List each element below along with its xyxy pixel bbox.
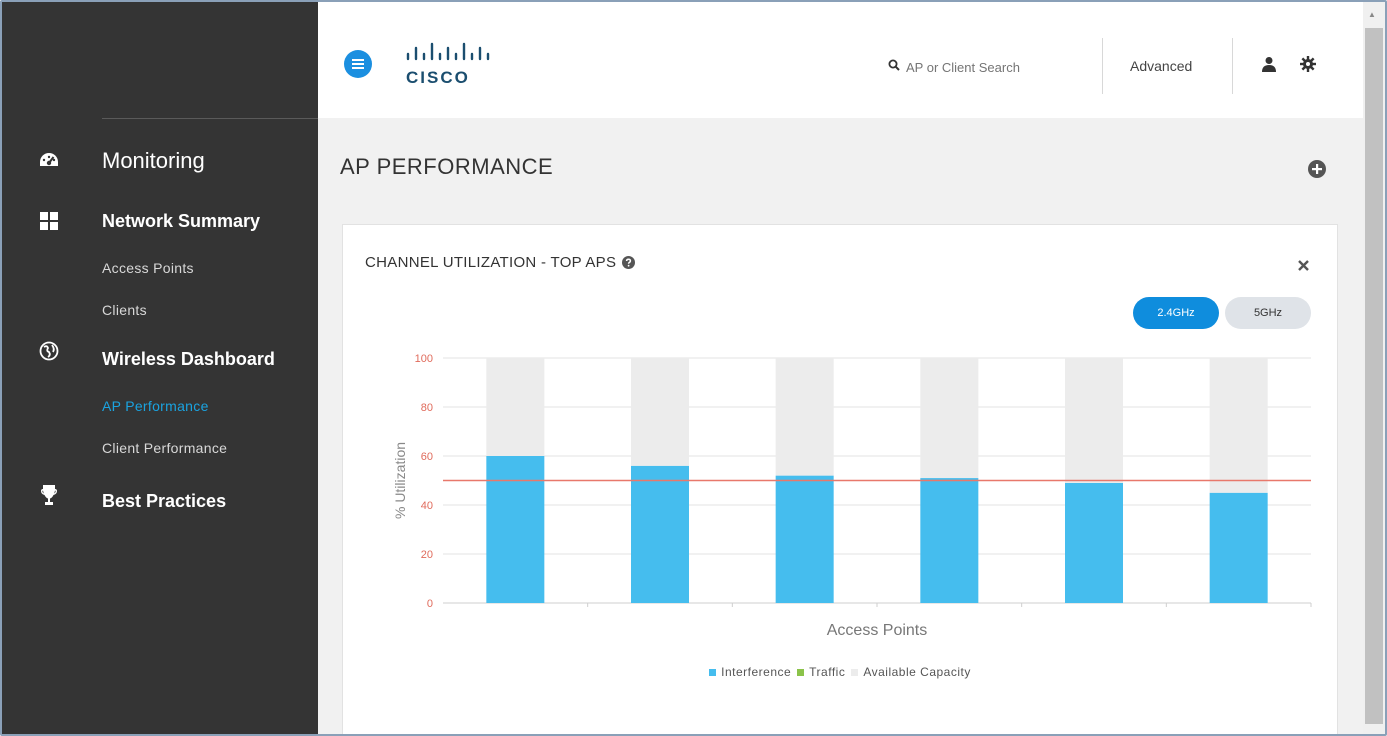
y-tick-label: 0 — [427, 598, 433, 610]
grid-icon — [38, 210, 60, 232]
app-window: Monitoring Network Summary Access Points… — [0, 0, 1387, 736]
globe-icon — [38, 340, 60, 362]
cisco-wordmark: CISCO — [406, 68, 470, 87]
band-2-4ghz-toggle[interactable]: 2.4GHz — [1133, 297, 1219, 329]
sidebar-item-label: AP Performance — [102, 398, 209, 414]
bar-interference — [775, 475, 834, 603]
legend-label: Interference — [721, 665, 792, 679]
search-input[interactable] — [900, 59, 1056, 75]
sidebar-item-label: Network Summary — [102, 210, 261, 231]
close-icon[interactable] — [1298, 258, 1309, 276]
y-tick-label: 80 — [421, 402, 433, 414]
trophy-icon — [38, 484, 60, 506]
scrollbar-thumb[interactable] — [1365, 28, 1383, 724]
main-content: AP PERFORMANCE CHANNEL UTILIZATION - TOP… — [318, 118, 1363, 734]
cisco-logo — [404, 42, 492, 69]
bar-interference — [486, 456, 545, 603]
sidebar-item-label: Clients — [102, 302, 147, 318]
header-divider — [1102, 38, 1103, 94]
sidebar-item-label: Best Practices — [102, 490, 227, 511]
legend-item[interactable]: Interference — [709, 665, 791, 679]
search-box[interactable] — [888, 58, 1068, 76]
scroll-up-arrow-icon[interactable]: ▲ — [1368, 10, 1376, 19]
sidebar-item-label: Wireless Dashboard — [102, 348, 275, 369]
legend-item[interactable]: Available Capacity — [851, 665, 971, 679]
y-tick-label: 40 — [421, 500, 433, 512]
bar-available-capacity — [1209, 358, 1268, 493]
sidebar-item-label: Monitoring — [102, 148, 205, 173]
x-axis-title: Access Points — [827, 622, 927, 639]
y-tick-label: 20 — [421, 549, 433, 561]
sidebar: Monitoring Network Summary Access Points… — [2, 2, 318, 734]
sidebar-item-ap-performance[interactable]: AP Performance — [2, 396, 318, 416]
header-divider — [1232, 38, 1233, 94]
bar-available-capacity — [775, 358, 834, 476]
card-title-text: CHANNEL UTILIZATION - TOP APS — [365, 254, 617, 271]
sidebar-item-access-points[interactable]: Access Points — [2, 258, 318, 278]
y-axis-title: % Utilization — [392, 442, 408, 519]
channel-utilization-chart: 0 20 40 60 80 100 Access Points % Utilization — [392, 353, 1312, 639]
band-5ghz-toggle[interactable]: 5GHz — [1225, 297, 1311, 329]
sidebar-item-wireless-dashboard[interactable]: Wireless Dashboard — [2, 341, 318, 372]
hamburger-menu-button[interactable] — [344, 50, 372, 78]
bar-available-capacity — [1065, 358, 1123, 483]
user-icon[interactable] — [1262, 56, 1276, 77]
legend-swatch — [851, 668, 859, 676]
top-header: CISCO Advanced — [318, 2, 1363, 118]
bar-available-capacity — [631, 358, 689, 466]
sidebar-item-label: Client Performance — [102, 440, 228, 456]
legend-label: Traffic — [809, 665, 846, 679]
y-tick-label: 100 — [415, 353, 433, 365]
sidebar-divider — [102, 118, 318, 119]
bar-interference — [1065, 482, 1123, 603]
sidebar-item-network-summary[interactable]: Network Summary — [2, 208, 318, 234]
legend-label: Available Capacity — [863, 665, 971, 679]
search-icon — [888, 58, 900, 76]
sidebar-item-label: Access Points — [102, 260, 194, 276]
cisco-bridge-icon — [406, 42, 490, 61]
bar-interference — [920, 478, 979, 603]
bar-available-capacity — [486, 358, 545, 456]
gear-icon[interactable] — [1300, 56, 1316, 77]
dashboard-gauge-icon — [38, 150, 60, 172]
sidebar-item-client-performance[interactable]: Client Performance — [2, 438, 318, 458]
add-widget-icon[interactable] — [1308, 160, 1326, 183]
chart-legend: Interference Traffic Available Capacity — [343, 665, 1337, 679]
bar-interference — [1209, 492, 1268, 603]
legend-item[interactable]: Traffic — [797, 665, 845, 679]
y-tick-label: 60 — [421, 451, 433, 463]
bar-interference — [631, 465, 689, 603]
channel-utilization-card: CHANNEL UTILIZATION - TOP APS 2.4GHz 5GH… — [342, 224, 1338, 734]
legend-swatch — [709, 668, 717, 676]
legend-swatch — [797, 668, 805, 676]
advanced-button[interactable]: Advanced — [1130, 58, 1192, 74]
help-icon[interactable] — [622, 256, 636, 269]
bar-available-capacity — [920, 358, 979, 479]
sidebar-item-monitoring[interactable]: Monitoring — [2, 148, 318, 174]
sidebar-item-best-practices[interactable]: Best Practices — [2, 485, 318, 514]
page-title: AP PERFORMANCE — [340, 154, 554, 179]
sidebar-item-clients[interactable]: Clients — [2, 300, 318, 320]
card-title: CHANNEL UTILIZATION - TOP APS — [365, 254, 636, 271]
